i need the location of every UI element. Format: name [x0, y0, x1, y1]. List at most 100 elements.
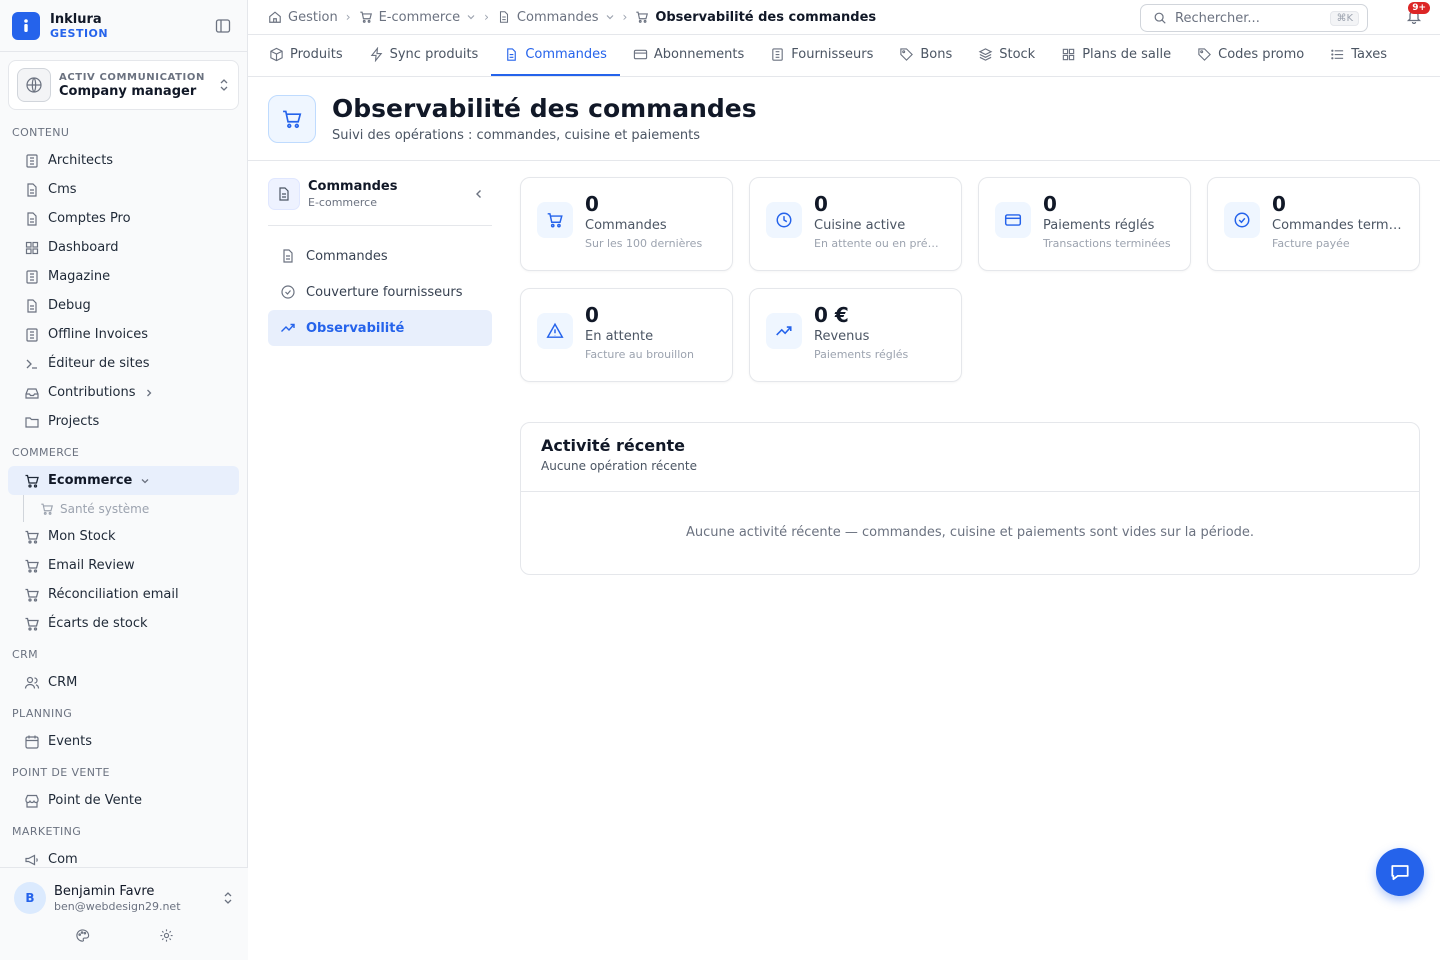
tab-taxes[interactable]: Taxes [1317, 35, 1400, 76]
breadcrumb-label: Gestion [288, 9, 338, 25]
folder-icon [24, 414, 40, 430]
building-icon [24, 327, 40, 343]
brand-logo-icon[interactable] [12, 11, 40, 40]
cart-icon [24, 558, 40, 574]
tab-label: Commandes [525, 47, 607, 62]
store-icon [24, 793, 40, 809]
document-icon [24, 211, 40, 227]
palette-icon[interactable] [75, 928, 90, 943]
breadcrumb-current: Observabilité des commandes [635, 10, 876, 25]
stat-hint: En attente ou en préparation [814, 237, 945, 250]
cart-icon [40, 502, 54, 516]
sidebar-item-debug[interactable]: Debug [8, 291, 239, 320]
company-switcher[interactable]: ACTIV COMMUNICATION Company manager [8, 60, 239, 110]
check-circle-icon [280, 284, 296, 300]
chevron-left-icon[interactable] [474, 188, 492, 200]
sidebar-item-crm[interactable]: CRM [8, 668, 239, 697]
tab-label: Sync produits [389, 47, 479, 62]
sidebar-item-editeur-de-sites[interactable]: Éditeur de sites [8, 349, 239, 378]
nav-section-point-de-vente: POINT DE VENTE [12, 766, 110, 779]
cart-icon [24, 587, 40, 603]
sidebar-item-contributions[interactable]: Contributions [8, 378, 239, 407]
tab-sync-produits[interactable]: Sync produits [356, 35, 492, 76]
subnav-item-observabilite[interactable]: Observabilité [268, 310, 492, 346]
sidebar-item-dashboard[interactable]: Dashboard [8, 233, 239, 262]
document-icon [24, 182, 40, 198]
gear-icon[interactable] [159, 928, 174, 943]
chevron-down-icon [605, 12, 615, 22]
sidebar-item-architects[interactable]: Architects [8, 146, 239, 175]
tab-label: Stock [999, 47, 1036, 62]
sidebar-item-reconciliation-email[interactable]: Réconciliation email [8, 580, 239, 609]
search-placeholder: Rechercher... [1175, 10, 1260, 26]
tab-fournisseurs[interactable]: Fournisseurs [757, 35, 886, 76]
sidebar-item-label: Offline Invoices [48, 327, 149, 342]
tab-label: Fournisseurs [791, 47, 874, 62]
chevron-down-icon [466, 12, 476, 22]
tab-stock[interactable]: Stock [965, 35, 1048, 76]
box-icon [269, 47, 284, 62]
search-input[interactable]: Rechercher... ⌘K [1140, 4, 1368, 32]
breadcrumb-label: Observabilité des commandes [655, 9, 877, 25]
sidebar-item-label: CRM [48, 675, 78, 690]
sidebar-item-offline-invoices[interactable]: Offline Invoices [8, 320, 239, 349]
stat-hint: Facture payée [1272, 237, 1350, 250]
tab-bons[interactable]: Bons [886, 35, 965, 76]
tab-abonnements[interactable]: Abonnements [620, 35, 757, 76]
breadcrumb-gestion[interactable]: Gestion [268, 10, 338, 25]
cart-icon [24, 529, 40, 545]
breadcrumb-commandes[interactable]: Commandes [497, 10, 615, 25]
tab-codes-promo[interactable]: Codes promo [1184, 35, 1317, 76]
company-globe-icon [17, 68, 51, 102]
nav-section-contenu: CONTENU [12, 126, 70, 139]
lightning-icon [369, 47, 384, 62]
activity-empty-state: Aucune activité récente — commandes, cui… [685, 525, 1255, 540]
sidebar-item-label: Magazine [48, 269, 111, 284]
breadcrumb-separator-icon: › [484, 10, 489, 24]
sidebar-item-cms[interactable]: Cms [8, 175, 239, 204]
tab-produits[interactable]: Produits [256, 35, 356, 76]
tab-plans-de-salle[interactable]: Plans de salle [1048, 35, 1184, 76]
sidebar-item-label: Point de Vente [48, 793, 143, 808]
breadcrumb-ecommerce[interactable]: E-commerce [359, 10, 477, 25]
grid-icon [1061, 47, 1076, 62]
page-title: Observabilité des commandes [332, 94, 757, 123]
stat-card-commandes: 0 Commandes Sur les 100 dernières [520, 177, 733, 271]
inbox-icon [24, 385, 40, 401]
sidebar-toggle-icon[interactable] [211, 14, 235, 38]
stat-label: En attente [585, 329, 654, 344]
tab-commandes[interactable]: Commandes [491, 35, 620, 76]
avatar: B [14, 882, 46, 914]
subnav-item-commandes[interactable]: Commandes [268, 238, 492, 274]
tab-label: Codes promo [1218, 47, 1305, 62]
chevron-up-down-icon [218, 78, 230, 92]
stat-hint: Paiements réglés [814, 348, 909, 361]
clock-icon [766, 202, 802, 238]
sidebar-item-mon-stock[interactable]: Mon Stock [8, 522, 239, 551]
sidebar-subitem-sante-systeme[interactable]: Santé système [23, 495, 247, 522]
stat-value: 0 [585, 192, 599, 216]
sidebar-item-ecommerce[interactable]: Ecommerce [8, 466, 239, 495]
sidebar-item-label: Ecommerce [48, 473, 133, 488]
stat-card-paiements-regles: 0 Paiements réglés Transactions terminées [978, 177, 1191, 271]
sidebar-item-email-review[interactable]: Email Review [8, 551, 239, 580]
chat-button[interactable] [1376, 848, 1424, 896]
sidebar-item-comptes-pro[interactable]: Comptes Pro [8, 204, 239, 233]
cart-icon [359, 10, 373, 24]
chat-bubble-icon [1389, 861, 1411, 883]
sidebar-item-projects[interactable]: Projects [8, 407, 239, 436]
building-icon [770, 47, 785, 62]
sidebar-item-com[interactable]: Com [8, 845, 239, 866]
brand-header: Inklura GESTION [0, 0, 247, 52]
sidebar-item-magazine[interactable]: Magazine [8, 262, 239, 291]
cart-icon [268, 94, 316, 143]
sidebar-item-ecarts-de-stock[interactable]: Écarts de stock [8, 609, 239, 638]
user-menu[interactable]: B Benjamin Favre ben@webdesign29.net [0, 868, 248, 914]
sidebar-item-label: Mon Stock [48, 529, 116, 544]
cart-icon [24, 473, 40, 489]
credit-card-icon [995, 202, 1031, 238]
subnav-item-couverture-fournisseurs[interactable]: Couverture fournisseurs [268, 274, 492, 310]
sidebar-item-events[interactable]: Events [8, 727, 239, 756]
section-subnav: Commandes E-commerce Commandes Couvertur… [268, 177, 492, 346]
sidebar-item-point-de-vente[interactable]: Point de Vente [8, 786, 239, 815]
